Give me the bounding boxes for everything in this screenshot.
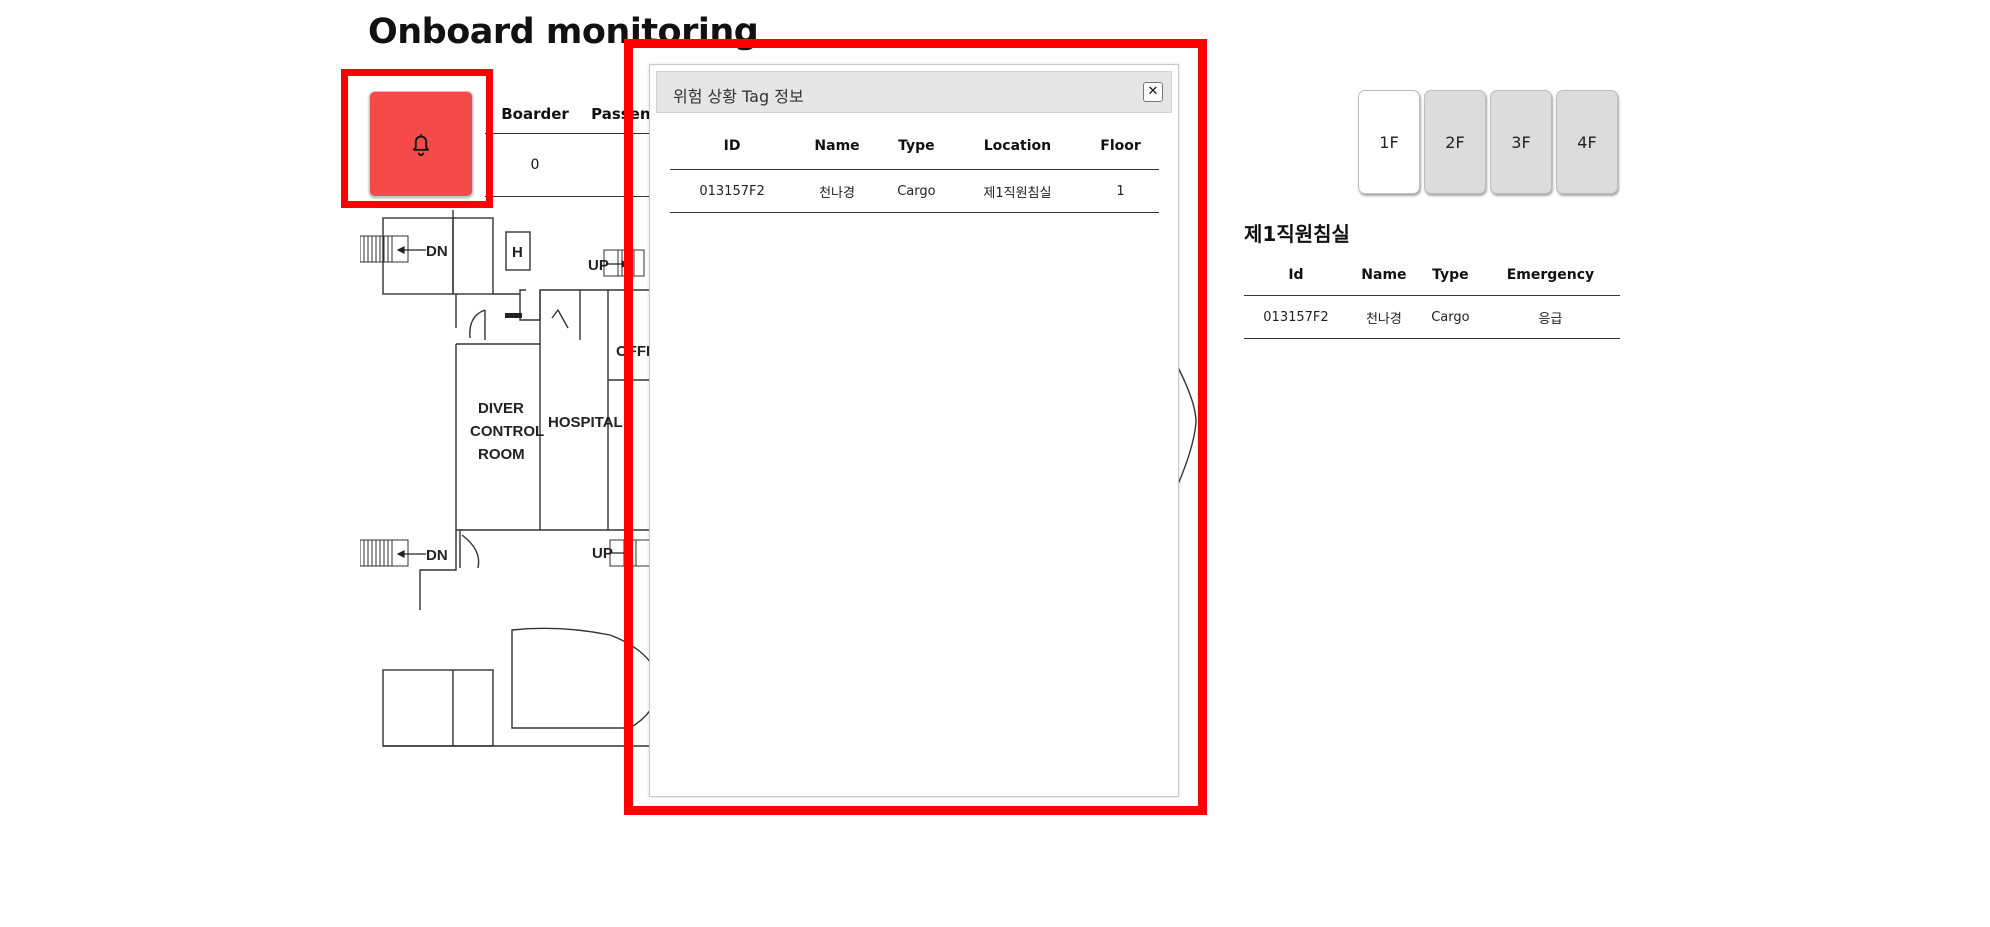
- floor-button-3f[interactable]: 3F: [1490, 90, 1552, 194]
- location-title: 제1직원침실: [1244, 222, 1350, 246]
- table-row[interactable]: 013157F2 천나경 Cargo 응급: [1244, 295, 1620, 339]
- loc-col-emergency: Emergency: [1480, 255, 1620, 296]
- plan-room-bottom-left: [382, 669, 494, 747]
- plan-label-hospital: HOSPITAL: [548, 414, 623, 431]
- plan-label-dn-bottom: DN: [426, 547, 448, 564]
- loc-col-id: Id: [1244, 255, 1348, 296]
- floor-button-1f[interactable]: 1F: [1358, 90, 1420, 194]
- plan-label-dn-top: DN: [426, 243, 448, 260]
- loc-col-type: Type: [1419, 255, 1481, 296]
- plan-label-diver-1: DIVER: [478, 400, 524, 417]
- emergency-status: 응급: [1480, 295, 1620, 339]
- floor-button-4f[interactable]: 4F: [1556, 90, 1618, 194]
- boarder-count: 0: [485, 133, 585, 197]
- plan-label-diver-2: CONTROL: [470, 423, 544, 440]
- modal-highlight-box: [624, 39, 1207, 815]
- plan-label-diver-3: ROOM: [478, 446, 525, 463]
- plan-label-h: H: [512, 244, 523, 261]
- plan-label-up-top: UP: [588, 257, 609, 274]
- loc-cell-type: Cargo: [1419, 295, 1481, 339]
- bell-icon: [413, 134, 429, 156]
- loc-cell-name: 천나경: [1347, 295, 1420, 339]
- plan-label-up-bottom: UP: [592, 545, 613, 562]
- boarder-header: Boarder: [485, 95, 585, 134]
- floor-button-2f[interactable]: 2F: [1424, 90, 1486, 194]
- floor-selector: 1F 2F 3F 4F: [1358, 90, 1618, 194]
- alarm-button[interactable]: [369, 91, 473, 197]
- location-table: Id Name Type Emergency 013157F2 천나경 Carg…: [1244, 255, 1620, 339]
- loc-cell-id: 013157F2: [1244, 295, 1348, 339]
- loc-col-name: Name: [1347, 255, 1420, 296]
